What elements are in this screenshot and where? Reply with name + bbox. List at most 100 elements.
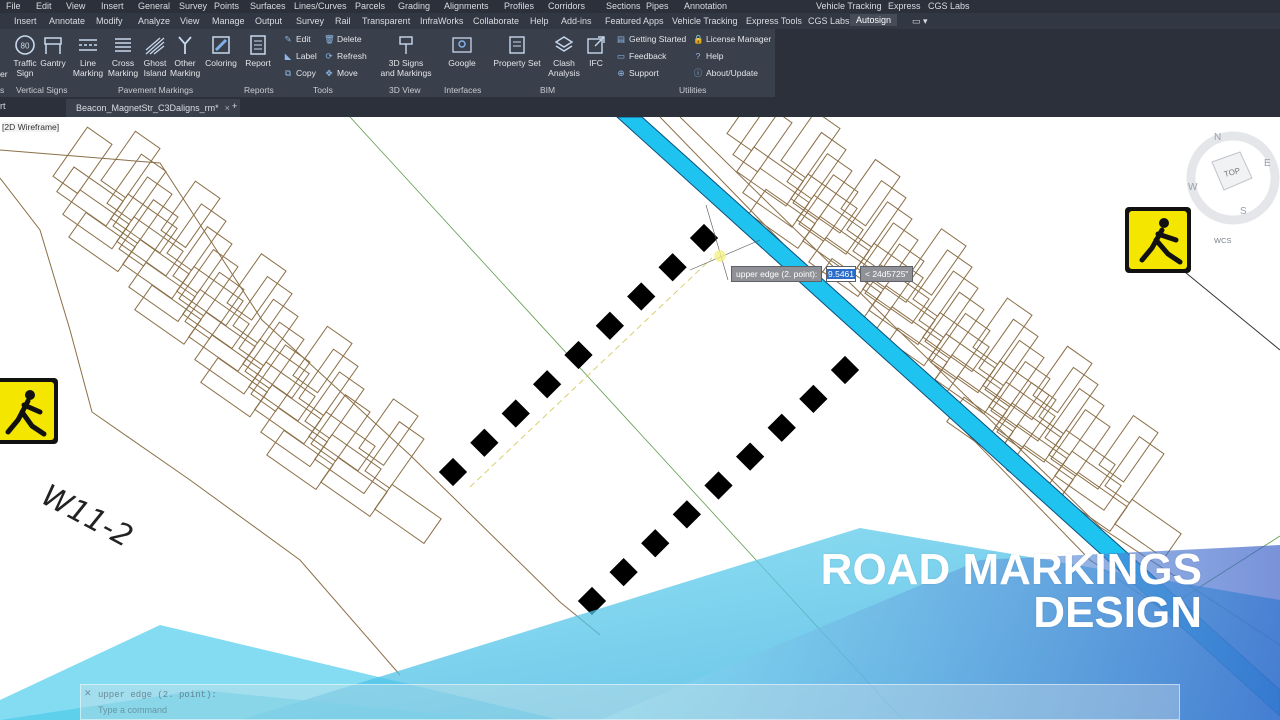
menu-item-edit[interactable]: Edit (36, 1, 52, 11)
command-line-close-icon[interactable]: ✕ (84, 688, 92, 699)
arrow-marking-icon (178, 36, 192, 54)
viewport-label[interactable]: [2D Wireframe] (2, 122, 60, 132)
compass-w[interactable]: W (1188, 182, 1197, 193)
report-icon (250, 35, 266, 55)
tab-manage[interactable]: Manage (212, 16, 245, 26)
menu-item-cgs-labs[interactable]: CGS Labs (928, 1, 970, 11)
previous-doc-tab[interactable]: rt (0, 101, 6, 111)
3d-signs-button[interactable]: 3D Signs and Markings (378, 34, 434, 78)
compass-e[interactable]: E (1264, 158, 1271, 169)
menu-item-parcels[interactable]: Parcels (355, 1, 385, 11)
traffic-sign-button[interactable]: 80 Traffic Sign (12, 34, 38, 78)
ghost-island-button[interactable]: Ghost Island (140, 34, 170, 78)
help-button[interactable]: ? Help (693, 51, 724, 61)
delete-button[interactable]: 🗑 Delete (324, 34, 362, 44)
tab-modify[interactable]: Modify (96, 16, 123, 26)
feedback-button[interactable]: ▭ Feedback (616, 51, 666, 61)
panel-label-interfaces: Interfaces (444, 85, 482, 95)
menu-item-sections[interactable]: Sections (606, 1, 641, 11)
command-line[interactable] (80, 684, 1180, 720)
tab-add-ins[interactable]: Add-ins (561, 16, 592, 26)
feedback-label: Feedback (629, 51, 667, 61)
tab-autosign[interactable]: Autosign (850, 14, 898, 26)
panel-label-pavement-markings: Pavement Markings (118, 85, 194, 95)
tab-vehicle-tracking[interactable]: Vehicle Tracking (672, 16, 738, 26)
license-manager-button[interactable]: 🔒 License Manager (693, 34, 771, 44)
pedestrian-sign-left[interactable] (0, 378, 58, 444)
tab-survey[interactable]: Survey (296, 16, 324, 26)
tab-output[interactable]: Output (255, 16, 282, 26)
tab-help[interactable]: Help (530, 16, 549, 26)
tab-view[interactable]: View (180, 16, 199, 26)
report-label: Report (245, 58, 271, 68)
menu-item-survey[interactable]: Survey (179, 1, 207, 11)
tab-insert[interactable]: Insert (14, 16, 37, 26)
edit-button[interactable]: ✎ Edit (283, 34, 310, 44)
menu-item-alignments[interactable]: Alignments (444, 1, 489, 11)
move-button[interactable]: ✥ Move (324, 68, 357, 78)
menu-item-annotation[interactable]: Annotation (684, 1, 727, 11)
tab-express-tools[interactable]: Express Tools (746, 16, 802, 26)
menu-item-express[interactable]: Express (888, 1, 921, 11)
dynamic-input-angle[interactable]: < 24d5725" (860, 266, 914, 282)
line-marking-button[interactable]: Line Marking (72, 34, 104, 78)
tab-infraworks[interactable]: InfraWorks (420, 16, 463, 26)
clash-analysis-button[interactable]: Clash Analysis (547, 34, 581, 78)
refresh-button[interactable]: ⟳ Refresh (324, 51, 367, 61)
tab-collaborate[interactable]: Collaborate (473, 16, 519, 26)
menu-item-profiles[interactable]: Profiles (504, 1, 534, 11)
menu-item-general[interactable]: General (138, 1, 170, 11)
new-tab-button[interactable]: + (232, 101, 237, 111)
coloring-button[interactable]: Coloring (204, 34, 238, 68)
close-icon[interactable]: × (225, 103, 230, 113)
tab-transparent[interactable]: Transparent (362, 16, 410, 26)
cross-marking-button[interactable]: Cross Marking (107, 34, 139, 78)
about-update-button[interactable]: ⓘ About/Update (693, 68, 758, 78)
speed-limit-text: 80 (21, 42, 30, 51)
tab-annotate[interactable]: Annotate (49, 16, 85, 26)
pedestrian-sign-right[interactable] (1125, 207, 1191, 273)
dynamic-input-length[interactable]: 9.5461 (826, 266, 856, 282)
support-button[interactable]: ⊕ Support (616, 68, 658, 78)
report-button[interactable]: Report (244, 34, 272, 68)
3d-sign-icon (399, 36, 413, 54)
tab-analyze[interactable]: Analyze (138, 16, 170, 26)
compass-n[interactable]: N (1214, 132, 1221, 143)
gantry-icon (44, 37, 62, 54)
speed-sign-icon: 80 (15, 35, 35, 55)
compass-s[interactable]: S (1240, 206, 1247, 217)
google-button[interactable]: Google (446, 34, 478, 68)
menu-item-vehicle-tracking[interactable]: Vehicle Tracking (816, 1, 882, 11)
tag-icon: ◣ (284, 51, 292, 61)
menu-item-points[interactable]: Points (214, 1, 239, 11)
menu-item-view[interactable]: View (66, 1, 85, 11)
tab-featured-apps[interactable]: Featured Apps (605, 16, 664, 26)
menu-item-insert[interactable]: Insert (101, 1, 124, 11)
menu-item-corridors[interactable]: Corridors (548, 1, 585, 11)
menu-item-surfaces[interactable]: Surfaces (250, 1, 286, 11)
getting-started-button[interactable]: ▤ Getting Started (616, 34, 686, 44)
command-history: upper edge (2. point): (98, 690, 217, 700)
tab-rail[interactable]: Rail (335, 16, 351, 26)
ghost-island-icon (145, 37, 165, 55)
wcs-menu[interactable]: WCS (1214, 236, 1232, 245)
menu-item-file[interactable]: File (6, 1, 21, 11)
document-tab[interactable]: Beacon_MagnetStr_C3Daligns_rm* × (66, 99, 240, 117)
partial-button-label[interactable]: er (0, 69, 8, 79)
ribbon-toggle-icon[interactable]: ▭ ▾ (912, 16, 928, 27)
copy-button[interactable]: ⧉ Copy (283, 68, 316, 78)
menu-item-lines-curves[interactable]: Lines/Curves (294, 1, 347, 11)
gantry-button[interactable]: Gantry (40, 34, 66, 68)
ifc-button[interactable]: IFC (585, 34, 607, 68)
document-tab-bar: rt Beacon_MagnetStr_C3Daligns_rm* × + (0, 97, 1280, 117)
other-marking-button[interactable]: Other Marking (170, 34, 200, 78)
command-input[interactable]: Type a command (98, 705, 167, 715)
google-label: Google (448, 58, 476, 68)
tab-cgs-labs[interactable]: CGS Labs (808, 16, 850, 26)
support-icon: ⊕ (617, 68, 625, 78)
refresh-label: Refresh (337, 51, 367, 61)
menu-item-grading[interactable]: Grading (398, 1, 430, 11)
property-set-button[interactable]: Property Set (493, 34, 541, 68)
menu-item-pipes[interactable]: Pipes (646, 1, 669, 11)
label-button[interactable]: ◣ Label (283, 51, 317, 61)
